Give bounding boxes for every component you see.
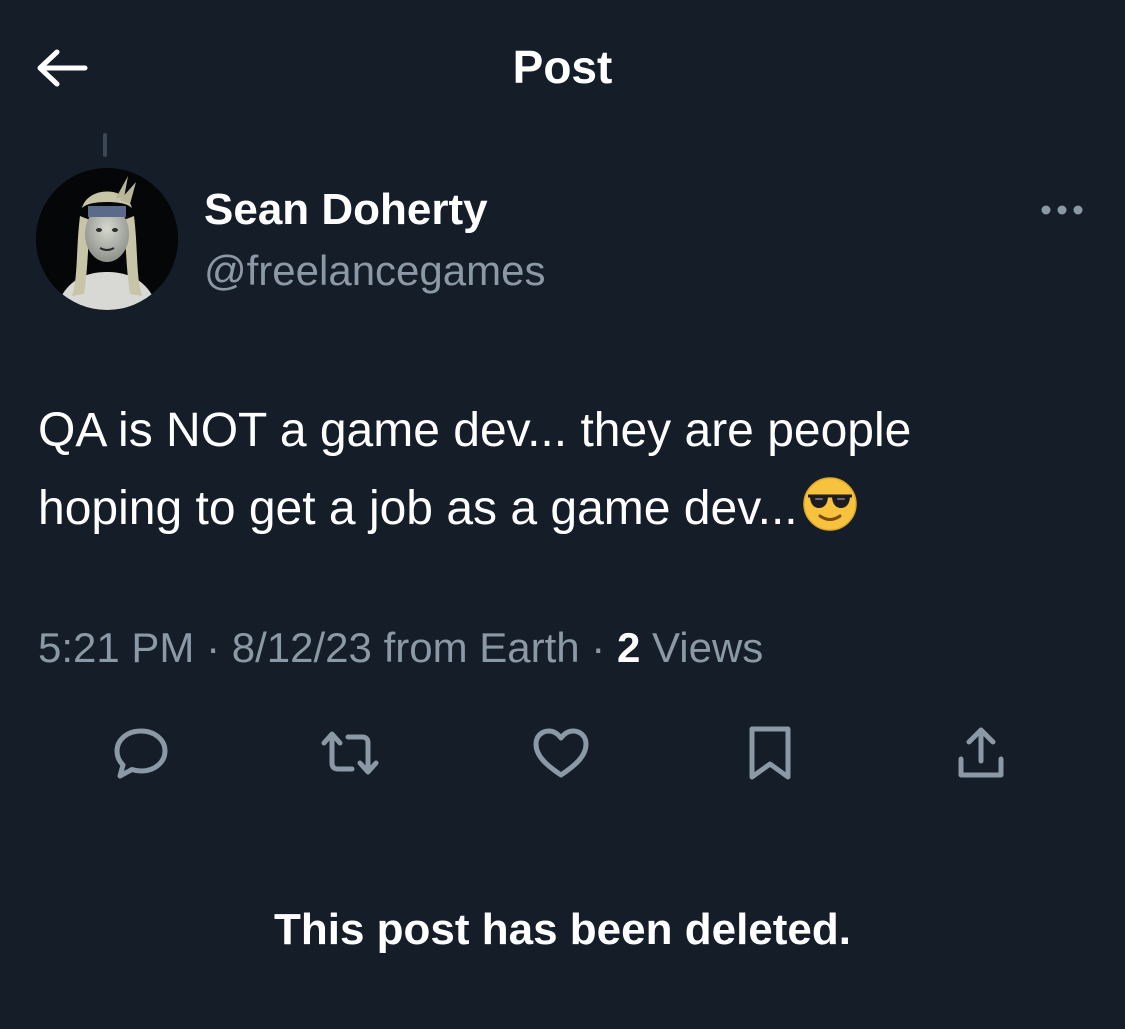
share-button[interactable] xyxy=(946,718,1016,788)
post-text-line: hoping to get a job as a game dev... xyxy=(38,470,1078,548)
sunglasses-emoji-icon xyxy=(802,477,857,531)
top-bar: Post xyxy=(0,0,1125,135)
like-button[interactable] xyxy=(526,718,596,788)
reply-button[interactable] xyxy=(106,718,176,788)
views-label: Views xyxy=(652,624,764,671)
more-horizontal-icon xyxy=(1041,205,1083,215)
bookmark-button[interactable] xyxy=(735,718,805,788)
reply-icon xyxy=(114,728,168,779)
avatar[interactable] xyxy=(36,168,178,310)
post-time: 5:21 PM xyxy=(38,624,195,671)
deleted-notice: This post has been deleted. xyxy=(273,905,851,954)
author-handle: @freelancegames xyxy=(204,247,546,294)
more-options-button[interactable] xyxy=(1034,192,1090,228)
meta-separator: · xyxy=(206,624,221,671)
repost-icon xyxy=(321,731,379,775)
post-metadata: 5:21 PM · 8/12/23 from Earth · 2 Views xyxy=(38,620,763,676)
meta-separator: · xyxy=(591,624,606,671)
thread-connector-line xyxy=(103,133,107,157)
post-text-line-content: hoping to get a job as a game dev... xyxy=(38,482,798,535)
post-date-source: 8/12/23 from Earth xyxy=(231,624,580,671)
views-count: 2 xyxy=(616,624,641,671)
action-bar xyxy=(0,718,1125,788)
post-text-line: QA is NOT a game dev... they are people xyxy=(38,404,912,457)
repost-button[interactable] xyxy=(315,718,385,788)
author-name[interactable]: Sean Doherty xyxy=(204,184,488,236)
bookmark-icon xyxy=(749,726,791,780)
post-text: QA is NOT a game dev... they are people … xyxy=(38,392,1078,548)
like-icon xyxy=(533,728,589,778)
page-title: Post xyxy=(512,41,613,93)
share-icon xyxy=(958,727,1004,778)
